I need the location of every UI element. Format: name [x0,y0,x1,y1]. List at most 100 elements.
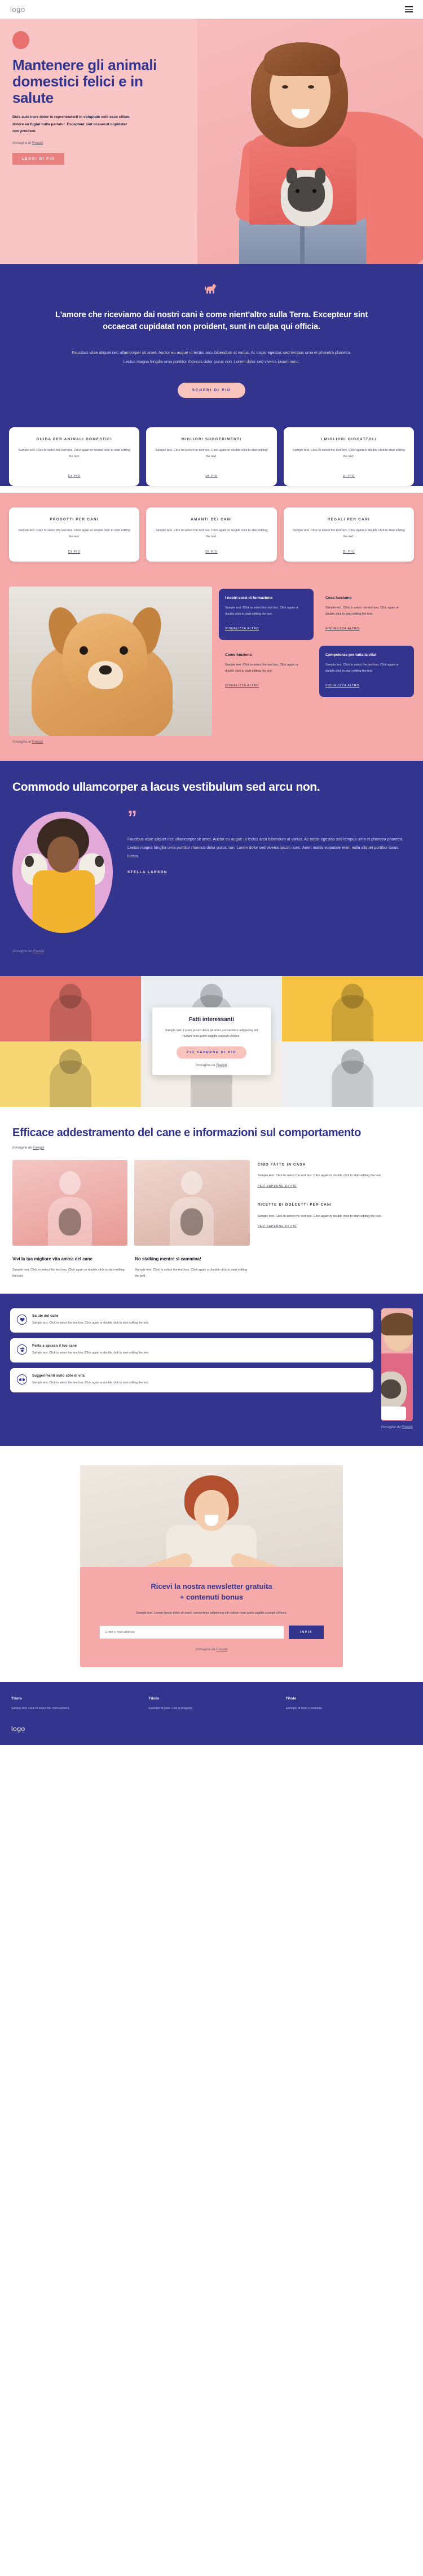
feature-box-competenze-per-tutta-la-vita[interactable]: Competenze per tutta la vita! Sample tex… [319,646,414,698]
card-i-migliori-giocattoli[interactable]: I MIGLIORI GIOCATTOLI Sample text. Click… [283,427,414,487]
credit-link[interactable]: Freepik [32,741,43,744]
top-bar: logo [0,0,423,19]
credit-prefix: Immagine di [12,141,32,145]
credit-link[interactable]: Freepik [32,142,43,145]
feature-box-corsi-di-formazione[interactable]: I nostri corsi di formazione Sample text… [219,589,314,641]
hamburger-icon[interactable] [405,6,413,12]
credit-prefix: Immagine da [12,1146,33,1150]
footer-column-body: Esempio di testo e pulsante. [285,1706,323,1710]
quote-image-credit: Immagine da Freepik [12,950,411,953]
card-prodotti-per-cani[interactable]: PRODOTTI PER CANI Sample text. Click to … [9,507,140,562]
hero-cta-button[interactable]: LEGGI DI PIÙ [12,152,65,165]
footer-columns: Titolo Sample text. Click to select the … [0,1681,423,1725]
bone-icon [17,1374,27,1385]
card-title: MIGLIORI SUGGERIMENTI [181,437,242,442]
bonus-body: Sample text. Click to select the text bo… [32,1381,149,1385]
bonus-item-porta-a-spasso-il-tuo-cane[interactable]: Porta a spasso il tuo cane Sample text. … [10,1338,373,1363]
newsletter-form: INVIA [99,1625,324,1639]
intro-body: Faucibus vitae aliquet nec ullamcorper s… [72,350,351,364]
card-title: REGALI PER CANI [327,518,370,522]
credit-prefix: Immagine di [12,741,32,744]
footer-logo[interactable]: logo [11,1725,412,1733]
quote-heading: Commodo ullamcorper a lacus vestibulum s… [12,781,320,794]
training-image-2 [134,1159,250,1246]
feature-link[interactable]: VISUALIZZA ALTRO [325,627,359,630]
feature-link[interactable]: VISUALIZZA ALTRO [225,627,259,630]
feature-body: Sample text. Click to select the text bo… [325,606,399,616]
card-title: AMANTI DEI CANI [191,518,232,522]
card-body: Sample text. Click to select the text bo… [18,529,131,539]
newsletter-title-line1: Ricevi la nostra newsletter gratuita [151,1582,272,1591]
card-regali-per-cani[interactable]: REGALI PER CANI Sample text. Click to se… [283,507,414,562]
card-link[interactable]: DI PIÙ [292,550,406,554]
intro-section: L'amore che riceviamo dai nostri cani è … [0,264,423,428]
gallery-image-4 [0,1041,141,1107]
feature-boxes-grid: I nostri corsi di formazione Sample text… [219,589,414,698]
credit-link[interactable]: Freepik [33,950,44,953]
training-text-2: No stalking mentre si cammina! Sample te… [135,1256,249,1280]
features-image-credit: Immagine di Freepik [9,736,212,744]
newsletter-body: Sample text. Lorem ipsum dolor sit amet,… [136,1611,287,1615]
hero-title: Mantenere gli animali domestici felici e… [12,56,157,107]
card-link[interactable]: DI PIÙ [292,475,406,478]
side-block-title: CIBO FATTO IN CASA [257,1162,306,1167]
feature-link[interactable]: VISUALIZZA ALTRO [325,684,359,687]
side-block-link[interactable]: PER SAPERNE DI PIÙ [258,1185,297,1188]
training-text-body: Sample text. Click to select the text bo… [12,1268,125,1278]
facts-image-credit: Immagine da Freepik [161,1064,262,1067]
landing-page: logo Mantenere gli animali domestici fel… [0,0,423,1746]
side-block-title: RICETTE DI DOLCETTI PER CANI [257,1202,332,1207]
credit-link[interactable]: Freepik [402,1426,413,1429]
feature-link[interactable]: VISUALIZZA ALTRO [225,684,259,687]
feature-body: Sample text. Click to select the text bo… [225,606,298,616]
credit-link[interactable]: Freepik [216,1064,227,1067]
feature-title: Come funziona [225,653,252,658]
bonus-section: Salute del cane Sample text. Click to se… [0,1294,423,1447]
newsletter-title-line2: + contenuti bonus [179,1593,244,1602]
credit-link[interactable]: Freepik [33,1146,44,1150]
features-dog-image [9,586,212,737]
feature-title: I nostri corsi di formazione [225,596,273,601]
card-body: Sample text. Click to select the text bo… [155,449,268,459]
side-block-link[interactable]: PER SAPERNE DI PIÙ [258,1225,297,1228]
facts-cta-button[interactable]: PIÙ SAPERNE DI PIÙ [176,1046,247,1059]
training-text-title: Vivi la tua migliore vita amica del cane [12,1256,92,1261]
decorative-circle [12,31,29,49]
card-migliori-suggerimenti[interactable]: MIGLIORI SUGGERIMENTI Sample text. Click… [146,427,277,487]
card-link[interactable]: DI PIÙ [154,550,268,554]
training-side-block-ricette-di-dolcetti-per-cani: RICETTE DI DOLCETTI PER CANI Sample text… [258,1202,411,1230]
newsletter-email-input[interactable] [99,1625,285,1639]
newsletter-submit-button[interactable]: INVIA [289,1625,324,1639]
training-side-block-cibo-fatto-in-casa: CIBO FATTO IN CASA Sample text. Click to… [258,1162,411,1190]
bonus-item-suggerimenti-sullo-stile-di-vita[interactable]: Suggerimenti sullo stile di vita Sample … [10,1368,373,1393]
credit-prefix: Immagine da [12,949,33,953]
card-link[interactable]: DI PIÙ [154,475,268,478]
bonus-title: Porta a spasso il tuo cane [32,1344,77,1348]
credit-prefix: Immagine da [195,1063,217,1067]
card-link[interactable]: DI PIÙ [17,475,131,478]
hero-lead: Duis aute irure dolor in reprehenderit i… [12,115,130,133]
card-title: GUIDA PER ANIMALI DOMESTICI [36,437,112,442]
newsletter-section: Ricevi la nostra newsletter gratuita + c… [0,1446,423,1682]
card-body: Sample text. Click to select the text bo… [292,449,405,459]
site-logo[interactable]: logo [10,5,25,14]
quote-text: Faucibus vitae aliquet nec ullamcorper s… [127,836,403,859]
quote-mark-icon: ” [127,807,137,829]
card-link[interactable]: DI PIÙ [17,550,131,554]
card-amanti-dei-cani[interactable]: AMANTI DEI CANI Sample text. Click to se… [146,507,277,562]
credit-link[interactable]: Freepik [216,1648,227,1651]
bonus-body: Sample text. Click to select the text bo… [32,1321,149,1325]
card-guida-per-animali-domestici[interactable]: GUIDA PER ANIMALI DOMESTICI Sample text.… [9,427,140,487]
footer-column-1: Titolo Sample text. Click to select the … [11,1697,137,1711]
training-image-credit: Immagine da Freepik [12,1146,411,1150]
hero-image-credit: Immagine di Freepik [12,142,186,145]
feature-box-cosa-facciamo[interactable]: Cosa facciamo Sample text. Click to sele… [319,589,414,640]
side-block-body: Sample text. Click to select the text bo… [257,1214,382,1218]
bonus-item-salute-del-cane[interactable]: Salute del cane Sample text. Click to se… [10,1308,373,1333]
dog-icon [205,284,217,293]
features-section: Immagine di Freepik I nostri corsi di fo… [0,586,423,761]
training-section: Efficace addestramento del cane e inform… [0,1106,423,1294]
credit-prefix: Immagine da [381,1426,402,1430]
intro-cta-button[interactable]: SCOPRI DI PIÙ [177,383,246,398]
feature-box-come-funziona[interactable]: Come funziona Sample text. Click to sele… [219,646,314,697]
